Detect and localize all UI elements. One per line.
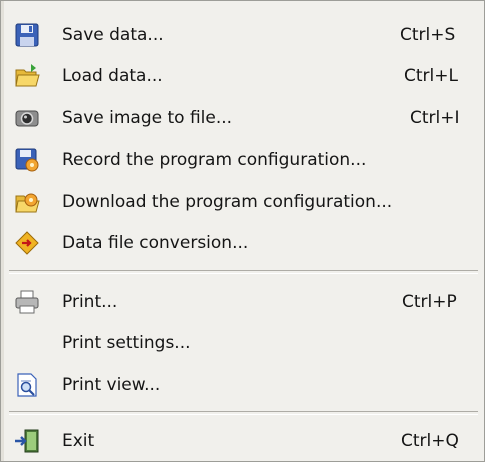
menu-separator	[9, 270, 478, 274]
menu-item-label: Save data...	[62, 25, 164, 45]
file-menu: Save data... Ctrl+S Load data... Ctrl+L …	[0, 0, 485, 462]
menu-item-download-configuration[interactable]: Download the program configuration...	[1, 182, 484, 222]
menu-item-record-configuration[interactable]: Record the program configuration...	[1, 140, 484, 180]
menu-item-label: Print view...	[62, 375, 161, 395]
menu-item-print-view[interactable]: Print view...	[1, 365, 484, 405]
menu-item-label: Exit	[62, 431, 95, 451]
printer-icon	[13, 288, 41, 316]
save-config-icon	[13, 146, 41, 174]
menu-item-label: Save image to file...	[62, 108, 233, 128]
menu-item-label: Data file conversion...	[62, 233, 249, 253]
menu-item-shortcut: Ctrl+P	[402, 292, 457, 312]
menu-item-print-settings[interactable]: Print settings...	[1, 323, 484, 363]
menu-item-label: Load data...	[62, 66, 163, 86]
load-config-icon	[13, 188, 41, 216]
open-folder-icon	[13, 62, 41, 90]
menu-item-data-file-conversion[interactable]: Data file conversion...	[1, 223, 484, 263]
conversion-icon	[13, 229, 41, 257]
floppy-disk-icon	[13, 21, 41, 49]
menu-item-shortcut: Ctrl+L	[404, 66, 458, 86]
menu-item-label: Download the program configuration...	[62, 192, 393, 212]
menu-item-label: Print...	[62, 292, 118, 312]
menu-item-label: Print settings...	[62, 333, 191, 353]
menu-item-label: Record the program configuration...	[62, 150, 367, 170]
print-preview-icon	[13, 371, 41, 399]
menu-item-shortcut: Ctrl+Q	[401, 431, 459, 451]
camera-icon	[13, 104, 41, 132]
menu-item-print[interactable]: Print... Ctrl+P	[1, 282, 484, 322]
menu-separator	[9, 411, 478, 415]
menu-item-save-data[interactable]: Save data... Ctrl+S	[1, 15, 484, 55]
menu-item-shortcut: Ctrl+S	[400, 25, 456, 45]
exit-door-icon	[13, 427, 41, 455]
menu-item-shortcut: Ctrl+I	[410, 108, 460, 128]
menu-item-save-image[interactable]: Save image to file... Ctrl+I	[1, 98, 484, 138]
menu-item-exit[interactable]: Exit Ctrl+Q	[1, 421, 484, 461]
menu-item-load-data[interactable]: Load data... Ctrl+L	[1, 56, 484, 96]
